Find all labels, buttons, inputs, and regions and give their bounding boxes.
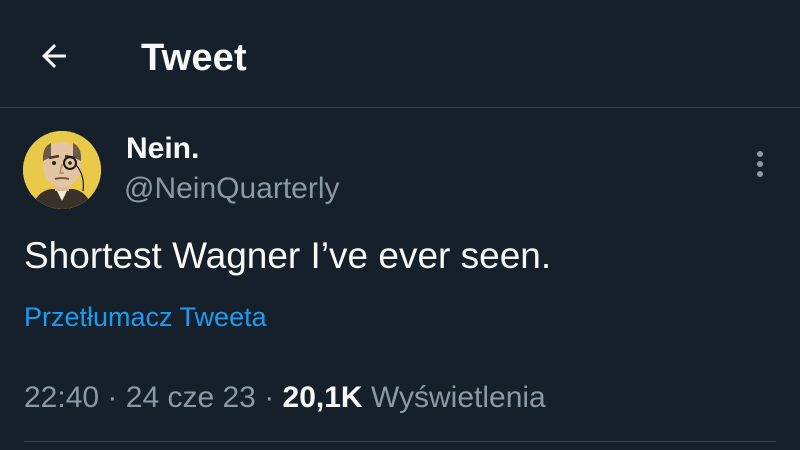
more-vertical-icon xyxy=(757,151,763,177)
translate-tweet-link[interactable]: Przetłumacz Tweeta xyxy=(24,301,267,333)
tweet-time[interactable]: 22:40 xyxy=(24,381,99,414)
back-button[interactable] xyxy=(30,32,78,80)
top-bar: Tweet xyxy=(0,0,800,108)
arrow-left-icon xyxy=(42,44,66,68)
monocle-portrait-avatar xyxy=(23,131,101,209)
tweet-text: Shortest Wagner I’ve ever seen. xyxy=(24,235,552,276)
views-count[interactable]: 20,1K xyxy=(283,381,363,414)
divider xyxy=(24,441,776,442)
tweet-metadata: 22:40 · 24 cze 23 · 20,1K Wyświetlenia xyxy=(24,380,546,416)
separator-dot: · xyxy=(107,381,118,414)
views-label[interactable]: Wyświetlenia xyxy=(371,381,546,414)
author-handle[interactable]: @NeinQuarterly xyxy=(124,172,340,206)
page-title: Tweet xyxy=(141,37,247,79)
tweet-detail-screen: Tweet Nein. @NeinQuarterly Shortest Wagn… xyxy=(0,0,800,450)
separator-dot: · xyxy=(264,381,275,414)
more-options-button[interactable] xyxy=(740,144,780,184)
tweet-date[interactable]: 24 cze 23 xyxy=(126,381,256,414)
author-display-name[interactable]: Nein. xyxy=(126,132,199,166)
avatar[interactable] xyxy=(23,131,101,209)
